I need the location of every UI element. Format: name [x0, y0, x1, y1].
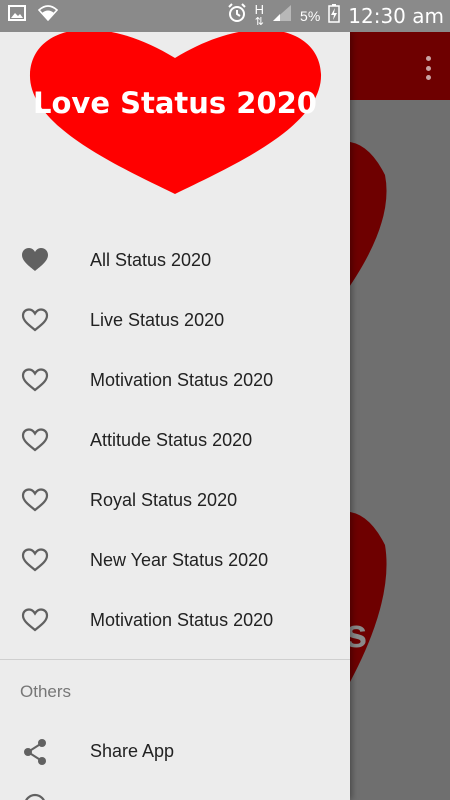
clock: 12:30 am [348, 4, 444, 28]
menu-item-live-status[interactable]: Live Status 2020 [0, 290, 350, 350]
share-icon [24, 739, 46, 765]
share-app-label: Share App [90, 741, 175, 761]
menu-item-label: New Year Status 2020 [90, 549, 269, 570]
drawer-title: Love Status 2020 [33, 86, 317, 120]
menu-item-label: Royal Status 2020 [90, 489, 238, 510]
network-type: H [254, 2, 265, 17]
heart-outline-icon [21, 428, 49, 452]
screen: H ⇅ 5% 12:30 am s Love Status 2020 All S… [0, 0, 450, 800]
menu-item-new-year-status[interactable]: New Year Status 2020 [0, 530, 350, 590]
alarm-icon [227, 3, 247, 29]
share-app-button[interactable]: Share App [0, 722, 350, 782]
heart-outline-icon [21, 368, 49, 392]
menu-item-attitude-status[interactable]: Attitude Status 2020 [0, 410, 350, 470]
drawer-header: Love Status 2020 [0, 29, 350, 232]
menu-item-motivation-status[interactable]: Motivation Status 2020 [0, 350, 350, 410]
menu-item-motivation-status-2[interactable]: Motivation Status 2020 [0, 590, 350, 650]
gallery-icon [8, 5, 26, 26]
heart-outline-icon [21, 608, 49, 632]
drawer-divider [0, 659, 350, 660]
battery-charging-icon [328, 3, 341, 29]
partial-menu-icon[interactable] [22, 792, 48, 800]
navigation-drawer: Love Status 2020 All Status 2020 Live St… [0, 29, 350, 800]
status-bar: H ⇅ 5% 12:30 am [0, 0, 450, 32]
battery-percent: 5% [300, 8, 321, 24]
menu-item-label: Motivation Status 2020 [90, 369, 274, 390]
heart-outline-icon [21, 548, 49, 572]
drawer-menu: All Status 2020 Live Status 2020 Motivat… [0, 230, 350, 650]
menu-item-label: Motivation Status 2020 [90, 609, 274, 630]
wifi-icon [37, 5, 59, 26]
signal-icon [272, 4, 292, 28]
menu-item-label: All Status 2020 [90, 249, 212, 270]
menu-item-royal-status[interactable]: Royal Status 2020 [0, 470, 350, 530]
network-h-icon: H ⇅ [254, 2, 265, 28]
menu-item-label: Live Status 2020 [90, 309, 225, 330]
menu-item-all-status[interactable]: All Status 2020 [0, 230, 350, 290]
menu-item-label: Attitude Status 2020 [90, 429, 253, 450]
more-vert-icon[interactable] [420, 56, 436, 80]
others-section-title: Others [20, 682, 72, 701]
heart-outline-icon [21, 308, 49, 332]
heart-filled-icon [22, 248, 48, 271]
heart-outline-icon [21, 488, 49, 512]
